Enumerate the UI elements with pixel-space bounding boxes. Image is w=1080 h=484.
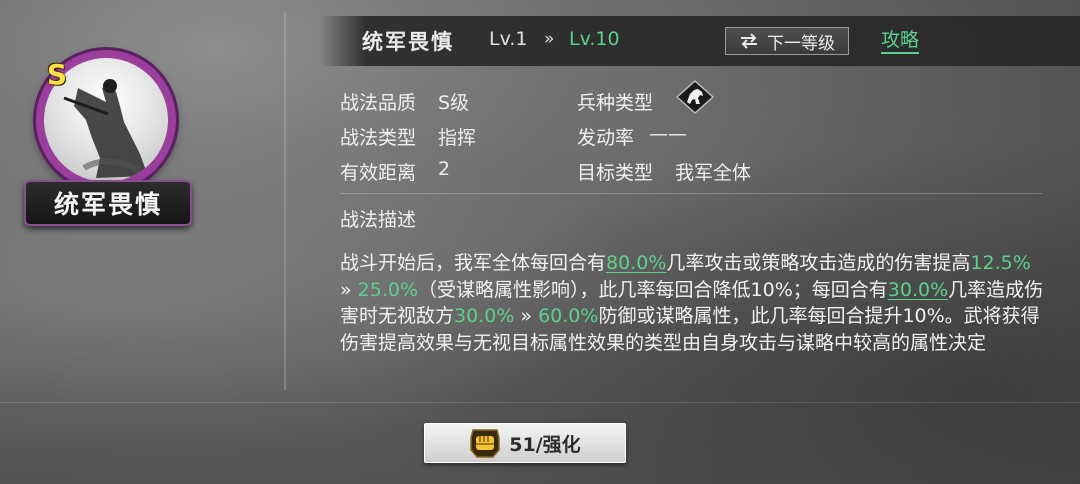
attr-target: 目标类型 我军全体 (577, 158, 751, 185)
attr-range-value: 2 (438, 158, 451, 180)
attr-troop-key: 兵种类型 (577, 92, 654, 114)
attr-quality-value: S级 (438, 92, 470, 114)
cavalry-horse-icon[interactable] (675, 79, 715, 115)
description-title: 战法描述 (340, 209, 417, 231)
desc-seg-1: 战斗开始后，我军全体每回合有 (340, 252, 607, 274)
guide-link[interactable]: 攻略 (881, 28, 920, 54)
attr-type-value: 指挥 (438, 127, 477, 149)
grade-badge: S (46, 58, 68, 91)
attr-rate: 发动率 —— (577, 123, 687, 150)
attr-quality: 战法品质 S级 (340, 88, 469, 115)
fist-icon (470, 429, 501, 458)
attr-quality-key: 战法品质 (340, 92, 417, 114)
attr-type-key: 战法类型 (340, 127, 417, 149)
tactic-name-plate: 统军畏慎 (24, 180, 192, 226)
level-current: Lv.1 (489, 28, 528, 50)
attributes-divider (340, 193, 1042, 194)
desc-arrow-2: » (514, 305, 539, 327)
desc-seg-2: 几率攻击或策略攻击造成的伤害提高 (666, 252, 971, 274)
level-max: Lv.10 (569, 28, 620, 50)
tactic-portrait-card[interactable]: S 统军畏慎 (22, 44, 192, 226)
desc-value-3: 30.0% (887, 278, 949, 301)
desc-value-1: 80.0% (606, 252, 667, 274)
attr-target-value: 我军全体 (675, 162, 752, 184)
tactic-title: 统军畏慎 (362, 29, 454, 54)
swap-arrows-icon (741, 33, 757, 49)
attr-rate-value: —— (649, 123, 687, 145)
attr-rate-key: 发动率 (577, 127, 635, 149)
attr-range-key: 有效距离 (340, 162, 417, 184)
upgrade-label: 51/强化 (509, 433, 581, 456)
desc-value-4b: 60.0% (538, 305, 599, 327)
footer-divider (0, 402, 1080, 403)
desc-value-2a: 12.5% (970, 252, 1031, 274)
vertical-divider (284, 12, 286, 390)
desc-seg-3: （受谋略属性影响），此几率每回合降低10%；每回合有 (418, 278, 888, 301)
attr-troop: 兵种类型 (577, 88, 653, 115)
next-level-label: 下一等级 (767, 33, 835, 54)
desc-value-4a: 30.0% (454, 305, 515, 327)
attr-range: 有效距离 2 (340, 158, 450, 185)
desc-arrow-1: » (340, 278, 358, 301)
description-text: 战斗开始后，我军全体每回合有80.0%几率攻击或策略攻击造成的伤害提高12.5%… (340, 250, 1048, 356)
level-arrow: » (544, 29, 555, 49)
next-level-button[interactable]: 下一等级 (725, 27, 849, 55)
attr-type: 战法类型 指挥 (340, 123, 476, 150)
desc-value-2b: 25.0% (357, 278, 419, 301)
attr-target-key: 目标类型 (577, 162, 654, 184)
upgrade-button[interactable]: 51/强化 (424, 423, 626, 463)
